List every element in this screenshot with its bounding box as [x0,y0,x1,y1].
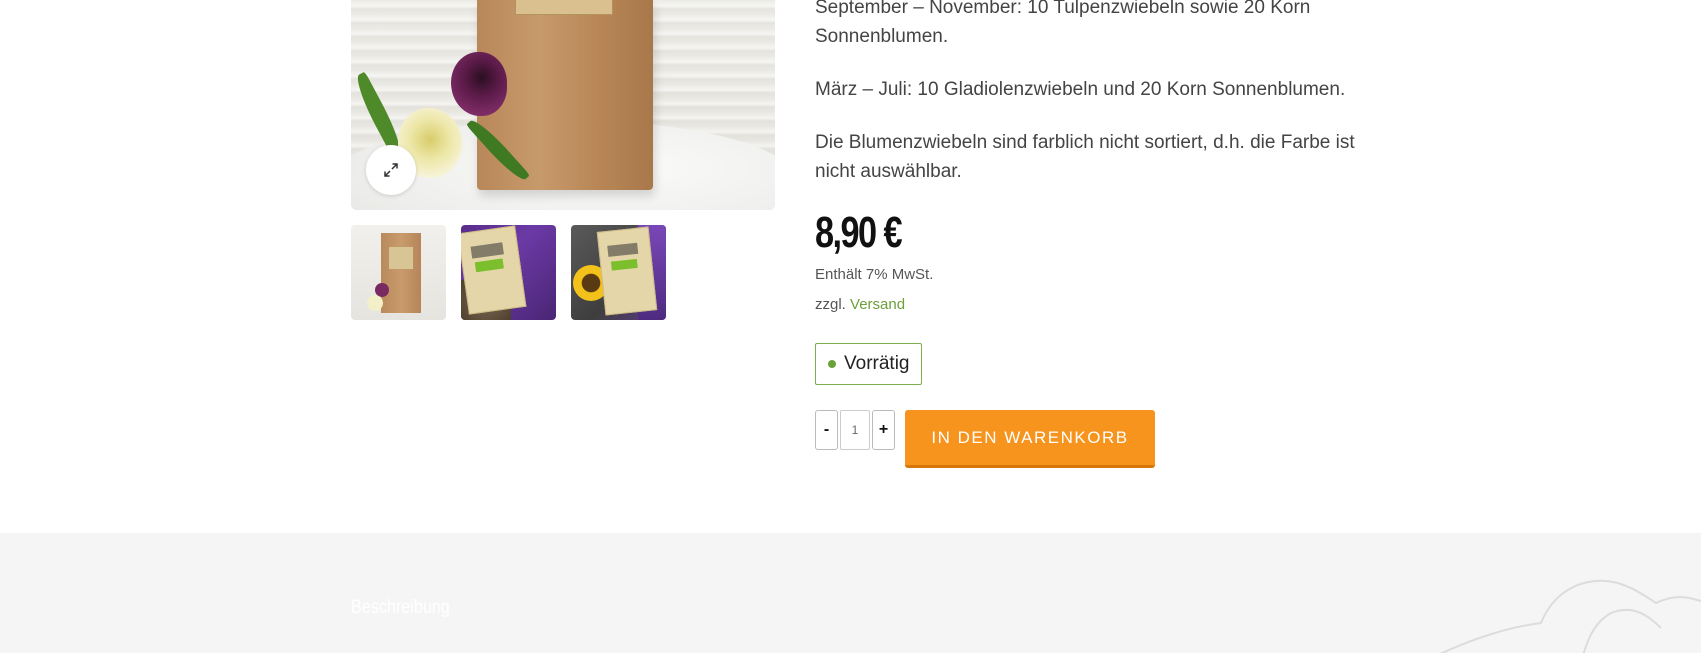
shipping-link[interactable]: Versand [850,296,905,313]
shipping-note: zzgl. Versand [815,296,905,313]
stock-status: Vorrätig [844,353,910,374]
purple-tulip [451,52,507,116]
thumbnail-list [351,225,666,320]
decorative-line-art [1439,579,1701,653]
quantity-input[interactable] [840,410,870,450]
description-paragraph: September – November: 10 Tulpenzwiebeln … [815,0,1311,47]
product-price: 8,90 € [815,208,903,257]
quantity-stepper: - + [815,410,895,450]
zoom-button[interactable] [366,145,416,195]
thumbnail-3[interactable] [571,225,666,320]
stock-dot-icon [828,360,836,368]
description-paragraph: März – Juli: 10 Gladiolenzwiebeln und 20… [815,79,1346,100]
description-paragraph: Die Blumenzwiebeln sind farblich nicht s… [815,132,1355,182]
product-main-image[interactable] [351,0,775,210]
quantity-minus-button[interactable]: - [815,410,838,450]
thumbnail-1[interactable] [351,225,446,320]
add-to-cart-button[interactable]: IN DEN WARENKORB [905,410,1155,468]
quantity-plus-button[interactable]: + [872,410,895,450]
expand-icon [384,163,398,177]
bag-label [515,0,613,15]
tax-note: Enthält 7% MwSt. [815,266,934,283]
stock-badge: Vorrätig [815,343,923,385]
shipping-prefix: zzgl. [815,296,846,313]
product-tabs-section: Beschreibung [0,533,1701,653]
thumbnail-2[interactable] [461,225,556,320]
tab-description[interactable]: Beschreibung [351,597,450,619]
